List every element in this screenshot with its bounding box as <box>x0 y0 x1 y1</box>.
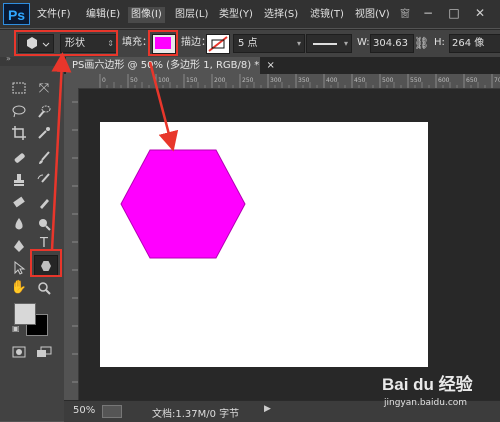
annotation-arrows <box>50 52 179 251</box>
watermark-brand: Bai du 经验 <box>382 375 473 394</box>
watermark-url: jingyan.baidu.com <box>384 398 468 408</box>
watermark: Bai du 经验 jingyan.baidu.com <box>380 370 498 418</box>
